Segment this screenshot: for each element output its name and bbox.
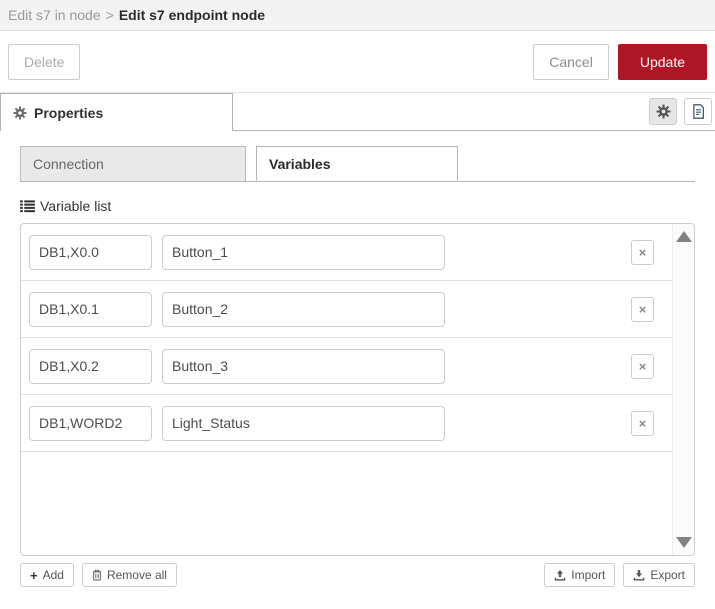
name-input[interactable] (162, 291, 445, 327)
export-button[interactable]: Export (623, 563, 695, 587)
close-icon: × (638, 244, 647, 260)
list-footer: + Add Remove all Import Export (20, 563, 695, 587)
variable-row: × (21, 281, 672, 338)
breadcrumb-parent[interactable]: Edit s7 in node (8, 7, 101, 23)
update-button[interactable]: Update (617, 43, 707, 80)
variable-rows: × × × × (21, 224, 672, 452)
export-label: Export (650, 568, 685, 582)
gear-icon (656, 104, 671, 119)
editor-tab-bar: Properties (0, 93, 715, 131)
close-icon: × (638, 415, 647, 431)
address-input[interactable] (29, 405, 152, 441)
import-label: Import (571, 568, 606, 582)
download-icon (633, 569, 645, 581)
properties-panel: Connection Variables Variable list DB1,X… (0, 146, 715, 587)
editor-side-buttons (649, 93, 712, 130)
add-button[interactable]: + Add (20, 563, 74, 587)
cancel-button[interactable]: Cancel (533, 43, 609, 80)
tab-properties[interactable]: Properties (0, 93, 233, 131)
add-button-label: Add (42, 568, 64, 582)
variable-row: × (21, 224, 672, 281)
close-icon: × (638, 358, 647, 374)
page-title: Edit s7 endpoint node (118, 7, 266, 23)
variable-list-label: Variable list (40, 198, 112, 214)
import-button[interactable]: Import (544, 563, 616, 587)
tab-variables-label: Variables (269, 155, 331, 172)
remove-all-button[interactable]: Remove all (81, 563, 177, 587)
breadcrumb-separator: > (105, 7, 114, 23)
import-export-group: Import Export (544, 563, 695, 587)
variable-list: × × × × (20, 223, 695, 556)
name-input[interactable] (162, 405, 445, 441)
list-icon (20, 199, 35, 213)
file-text-icon (692, 104, 705, 119)
section-tab-bar: Connection Variables (20, 146, 695, 182)
upload-icon (554, 569, 566, 581)
scrollbar[interactable] (672, 224, 694, 555)
variable-row: × (21, 395, 672, 452)
delete-row-button[interactable]: × (631, 353, 654, 379)
delete-row-button[interactable]: × (631, 410, 654, 436)
node-settings-button[interactable] (649, 98, 677, 125)
remove-all-label: Remove all (106, 568, 167, 582)
breadcrumb: Edit s7 in node > Edit s7 endpoint node (0, 0, 715, 31)
address-input[interactable] (29, 234, 152, 270)
trash-icon (92, 569, 102, 581)
tab-connection[interactable]: Connection (20, 146, 246, 181)
tab-properties-label: Properties (34, 104, 104, 121)
address-input[interactable] (29, 291, 152, 327)
node-description-button[interactable] (684, 98, 712, 125)
close-icon: × (638, 301, 647, 317)
plus-icon: + (30, 567, 38, 583)
variable-list-header: Variable list (20, 198, 695, 214)
name-input[interactable] (162, 234, 445, 270)
tab-connection-label: Connection (33, 156, 104, 172)
triangle-down-icon[interactable] (675, 537, 692, 548)
tab-variables[interactable]: Variables (256, 146, 458, 181)
gear-icon (13, 106, 27, 120)
edit-toolbar: Delete Cancel Update (0, 31, 715, 93)
triangle-up-icon[interactable] (675, 231, 692, 242)
delete-row-button[interactable]: × (631, 239, 654, 265)
variable-row: × (21, 338, 672, 395)
address-input[interactable] (29, 348, 152, 384)
name-input[interactable] (162, 348, 445, 384)
delete-button[interactable]: Delete (8, 43, 81, 80)
delete-row-button[interactable]: × (631, 296, 654, 322)
